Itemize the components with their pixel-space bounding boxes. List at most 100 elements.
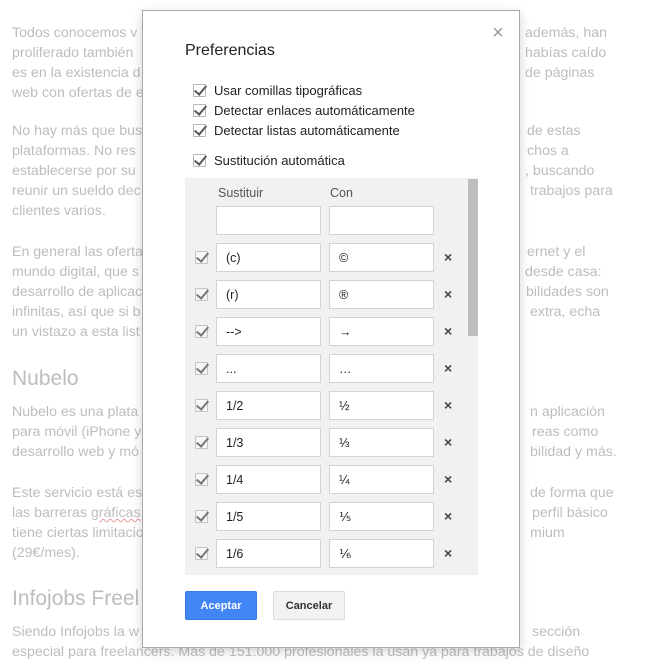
with-input[interactable] [329, 465, 434, 494]
article-line: reas como [532, 424, 599, 440]
substitution-row: × [185, 428, 465, 457]
checkbox-checked-icon[interactable] [193, 123, 206, 137]
article-line: para móvil (iPhone y [12, 424, 142, 440]
replace-input[interactable] [216, 317, 321, 346]
with-input[interactable] [329, 317, 434, 346]
with-input[interactable] [329, 502, 434, 531]
delete-row-icon[interactable]: × [444, 434, 452, 450]
article-line: habías caído [525, 45, 607, 61]
delete-row-icon[interactable]: × [444, 545, 452, 561]
option-smart-quotes[interactable]: Usar comillas tipográficas [193, 82, 362, 98]
close-button[interactable]: × [489, 22, 507, 44]
article-line: las barreras gráficas [12, 503, 141, 523]
article-line: proliferado también [12, 45, 134, 61]
scrollbar-thumb[interactable] [468, 179, 478, 336]
checkbox-checked-icon[interactable] [195, 325, 208, 338]
cancel-button[interactable]: Cancelar [273, 591, 345, 620]
article-line: plataformas. No res [12, 143, 136, 159]
article-line: mium [530, 525, 565, 541]
replace-input[interactable] [216, 243, 321, 272]
article-line: establecerse por su [12, 163, 136, 179]
accept-button[interactable]: Aceptar [185, 591, 257, 620]
checkbox-checked-icon[interactable] [195, 436, 208, 449]
article-line: En general las oferta [12, 244, 143, 260]
article-line: web con ofertas de e [12, 85, 144, 101]
article-line: extra, echa [530, 304, 601, 320]
article-line: Nubelo es una plata [12, 404, 139, 420]
replace-input[interactable] [216, 502, 321, 531]
checkbox-checked-icon[interactable] [195, 510, 208, 523]
replace-input[interactable] [216, 465, 321, 494]
replace-input[interactable] [216, 539, 321, 568]
delete-row-icon[interactable]: × [444, 508, 452, 524]
option-detect-links[interactable]: Detectar enlaces automáticamente [193, 102, 415, 118]
replace-input[interactable] [216, 428, 321, 457]
checkbox-checked-icon[interactable] [195, 251, 208, 264]
substitution-row: × [185, 502, 465, 531]
new-with-input[interactable] [329, 206, 434, 235]
article-line: desarrollo de aplicac [12, 284, 143, 300]
article-line: clientes varios. [12, 203, 106, 219]
new-substitution-row [185, 206, 465, 235]
checkbox-checked-icon[interactable] [195, 288, 208, 301]
checkbox-checked-icon[interactable] [195, 547, 208, 560]
delete-row-icon[interactable]: × [444, 286, 452, 302]
checkbox-checked-icon[interactable] [193, 153, 206, 167]
checkbox-checked-icon[interactable] [195, 473, 208, 486]
checkbox-checked-icon[interactable] [193, 83, 206, 97]
substitution-row: × [185, 465, 465, 494]
column-header-replace: Sustituir [218, 186, 264, 200]
with-input[interactable] [329, 539, 434, 568]
article-line: perfil básico [532, 505, 608, 521]
article-line: sección [532, 624, 581, 640]
article-text: las barreras [12, 505, 91, 521]
preferences-dialog: Preferencias × Usar comillas tipográfica… [142, 10, 520, 648]
option-label: Detectar listas automáticamente [214, 122, 400, 138]
article-line: desde casa: [525, 264, 602, 280]
delete-row-icon[interactable]: × [444, 397, 452, 413]
article-line: es en la existencia d [12, 65, 141, 81]
close-icon: × [492, 22, 504, 44]
article-line: de forma que [530, 485, 614, 501]
option-label: Sustitución automática [214, 152, 345, 168]
article-line: de estas [527, 123, 581, 139]
checkbox-checked-icon[interactable] [195, 362, 208, 375]
delete-row-icon[interactable]: × [444, 471, 452, 487]
article-line: , buscando [525, 163, 595, 179]
with-input[interactable] [329, 391, 434, 420]
article-line: (29€/mes). [12, 545, 80, 561]
article-line: infinitas, así que si b [12, 304, 141, 320]
article-line: un vistazo a esta list [12, 324, 140, 340]
with-input[interactable] [329, 280, 434, 309]
article-line: mundo digital, que s [12, 264, 139, 280]
with-input[interactable] [329, 243, 434, 272]
option-detect-lists[interactable]: Detectar listas automáticamente [193, 122, 400, 138]
column-header-with: Con [330, 186, 353, 200]
dialog-title: Preferencias [185, 42, 275, 59]
article-line: de páginas [525, 65, 595, 81]
replace-input[interactable] [216, 354, 321, 383]
delete-row-icon[interactable]: × [444, 323, 452, 339]
article-line: Todos conocemos v [12, 25, 138, 41]
delete-row-icon[interactable]: × [444, 360, 452, 376]
with-input[interactable] [329, 354, 434, 383]
article-line: chos a [527, 143, 569, 159]
with-input[interactable] [329, 428, 434, 457]
delete-row-icon[interactable]: × [444, 249, 452, 265]
misspelled-word: gráficas [90, 505, 141, 521]
substitutions-table: Sustituir Con × × × × [185, 178, 478, 575]
article-line: además, han [525, 25, 608, 41]
article-line: desarrollo web y mó [12, 444, 139, 460]
substitution-row: × [185, 539, 465, 568]
article-line: n aplicación [530, 404, 605, 420]
checkbox-checked-icon[interactable] [193, 103, 206, 117]
substitution-row: × [185, 243, 465, 272]
replace-input[interactable] [216, 391, 321, 420]
checkbox-checked-icon[interactable] [195, 399, 208, 412]
article-line: reunir un sueldo dec [12, 183, 141, 199]
replace-input[interactable] [216, 280, 321, 309]
article-line: Este servicio está es [12, 485, 143, 501]
new-replace-input[interactable] [216, 206, 321, 235]
substitution-row: × [185, 354, 465, 383]
option-auto-substitution[interactable]: Sustitución automática [193, 152, 345, 168]
